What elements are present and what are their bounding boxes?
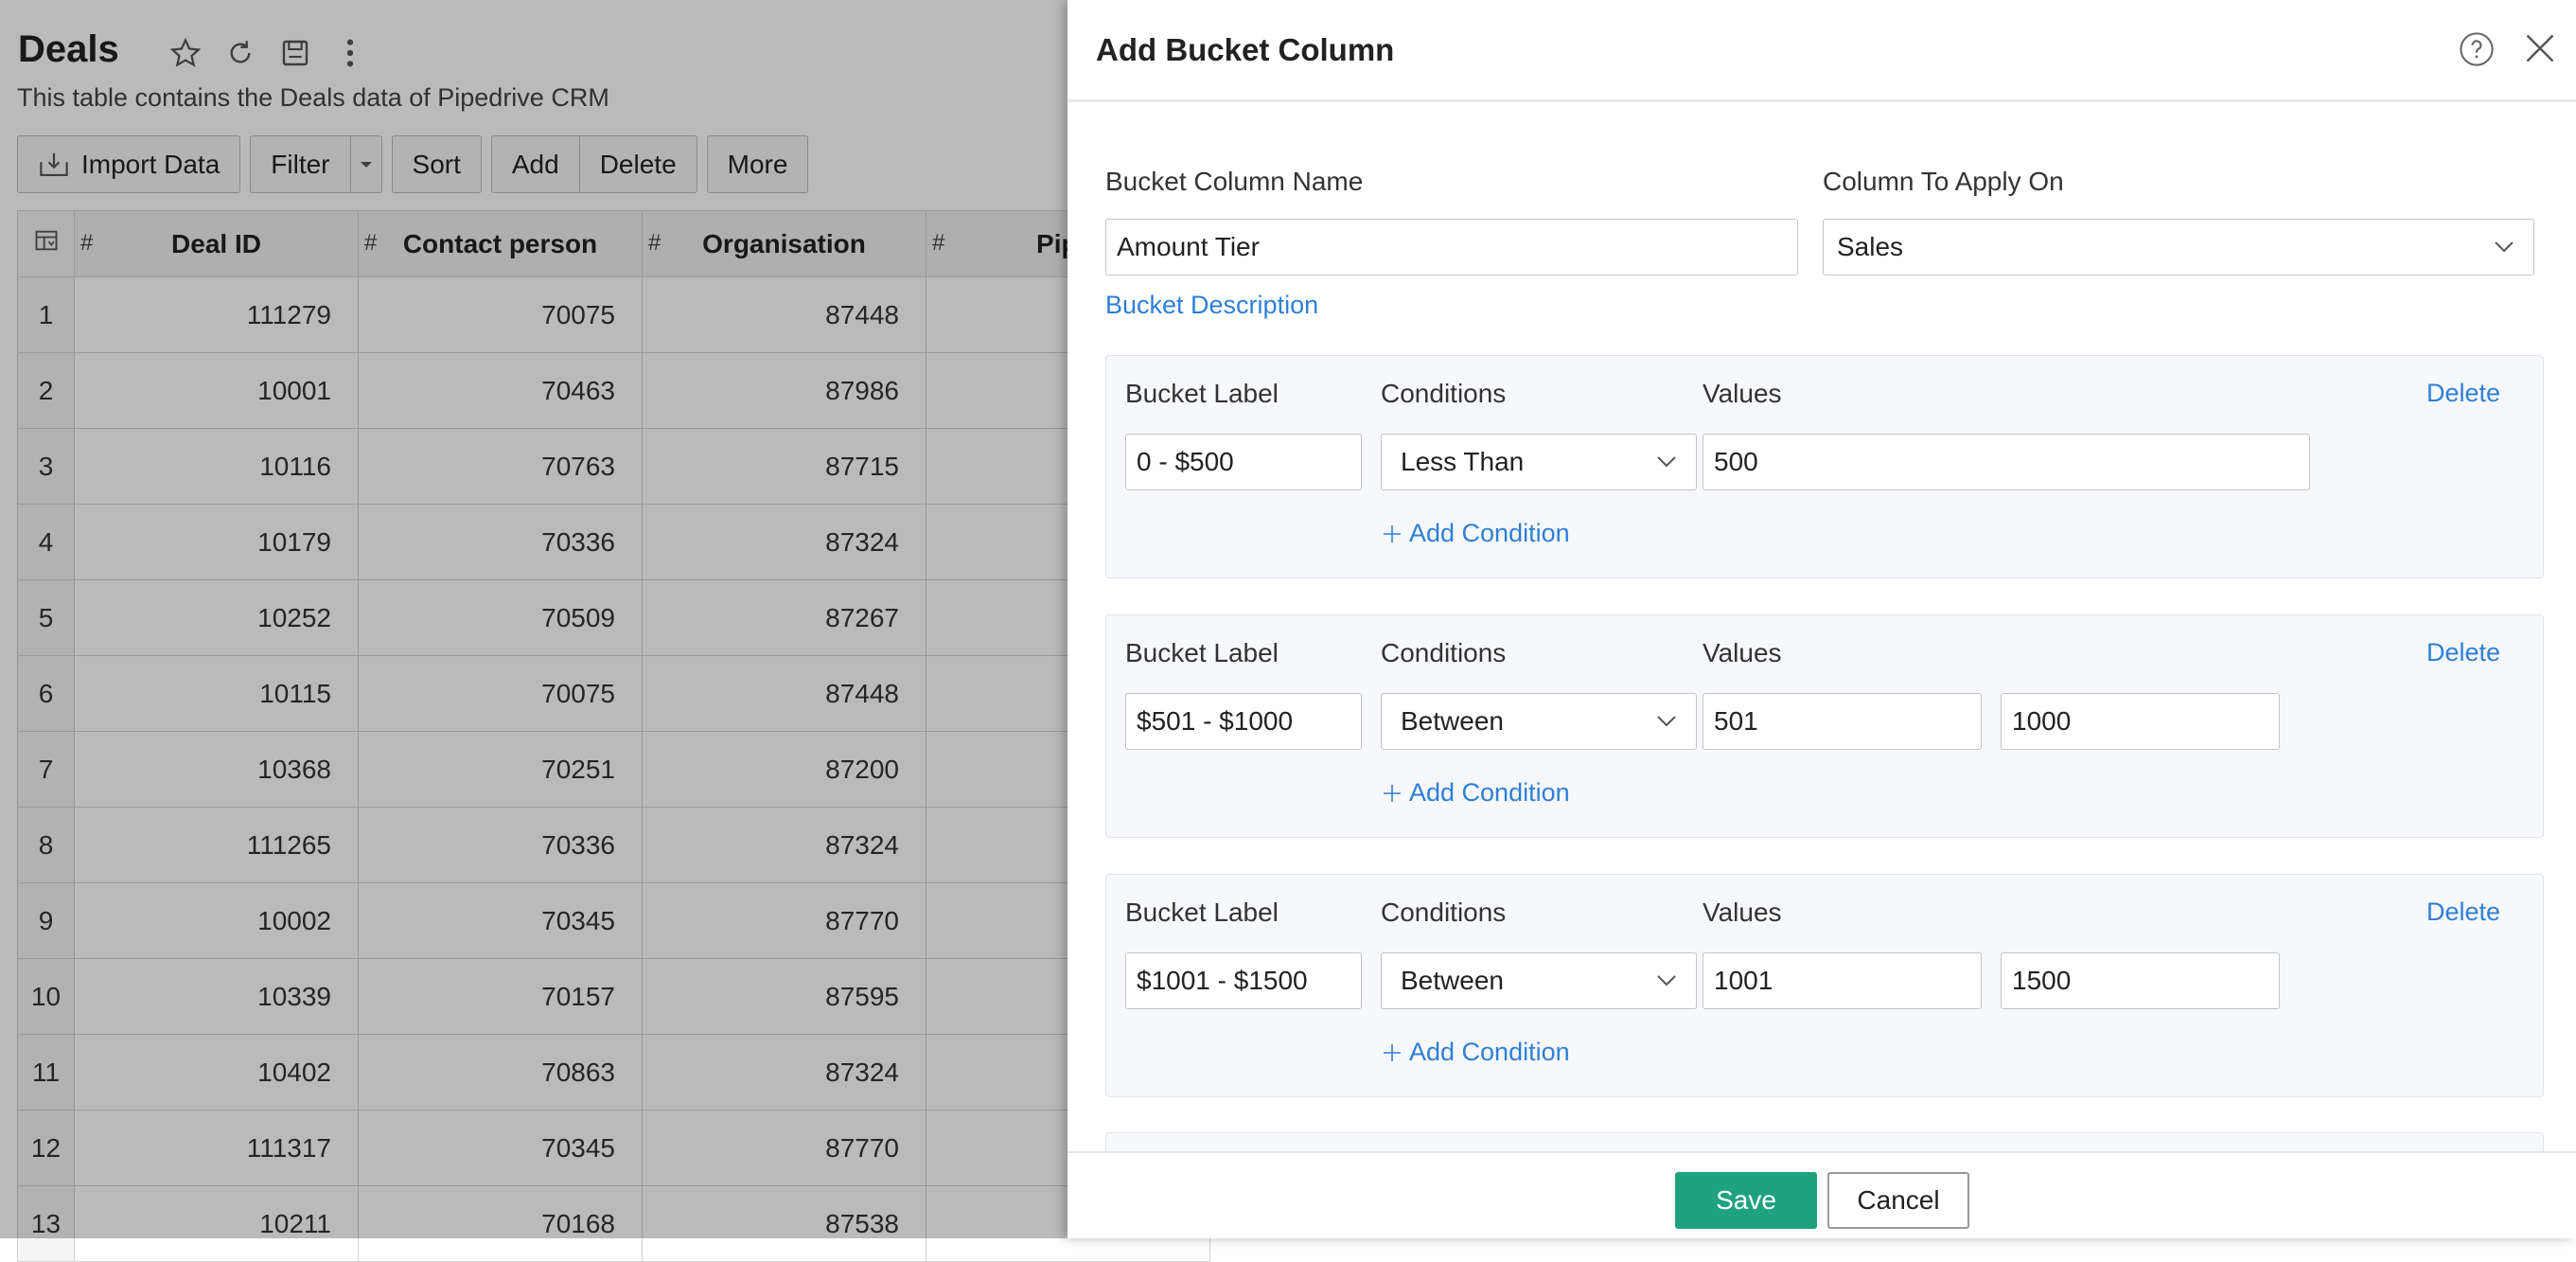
bucket-label-input[interactable]: $501 - $1000 bbox=[1125, 693, 1362, 750]
delete-bucket-link[interactable]: Delete bbox=[2426, 379, 2500, 408]
cancel-button[interactable]: Cancel bbox=[1827, 1172, 1969, 1229]
bucket-label-input[interactable]: $1001 - $1500 bbox=[1125, 952, 1362, 1009]
chevron-down-icon bbox=[2494, 240, 2514, 254]
bucket-column-name-input[interactable]: Amount Tier bbox=[1105, 219, 1798, 276]
column-to-apply-select[interactable]: Sales bbox=[1823, 219, 2534, 276]
condition-select[interactable]: Less Than bbox=[1381, 434, 1697, 490]
chevron-down-icon bbox=[1656, 715, 1677, 728]
bucket-label-heading: Bucket Label bbox=[1125, 379, 1279, 408]
delete-bucket-link[interactable]: Delete bbox=[2426, 638, 2500, 667]
column-to-apply-label: Column To Apply On bbox=[1823, 167, 2064, 196]
dialog-title: Add Bucket Column bbox=[1096, 32, 1395, 67]
conditions-heading: Conditions bbox=[1381, 898, 1507, 927]
add-condition-link[interactable]: Add Condition bbox=[1381, 778, 1570, 808]
condition-value: Less Than bbox=[1401, 447, 1525, 476]
plus-icon bbox=[1381, 782, 1403, 805]
add-condition-link[interactable]: Add Condition bbox=[1381, 519, 1570, 548]
add-condition-link[interactable]: Add Condition bbox=[1381, 1038, 1570, 1067]
condition-value: Between bbox=[1401, 706, 1504, 736]
value-to-input[interactable]: 1000 bbox=[2001, 693, 2280, 750]
dialog-header: Add Bucket Column bbox=[1067, 0, 2576, 102]
values-heading: Values bbox=[1703, 379, 1782, 408]
condition-value: Between bbox=[1401, 966, 1504, 995]
add-condition-label: Add Condition bbox=[1409, 778, 1570, 807]
add-bucket-column-dialog: Add Bucket Column Bucket Column Name Amo… bbox=[1067, 0, 2576, 1238]
bucket-card: Bucket Label Conditions Values Delete $5… bbox=[1105, 614, 2544, 838]
condition-select[interactable]: Between bbox=[1381, 952, 1697, 1009]
value-to-input[interactable]: 1500 bbox=[2001, 952, 2280, 1009]
value-from-input[interactable]: 1001 bbox=[1703, 952, 1982, 1009]
values-heading: Values bbox=[1703, 638, 1782, 667]
bucket-card: Bucket Label Conditions Values Delete $1… bbox=[1105, 874, 2544, 1097]
bucket-description-link[interactable]: Bucket Description bbox=[1105, 291, 1318, 320]
dialog-footer: Save Cancel bbox=[1067, 1151, 2576, 1238]
value-from-input[interactable]: 501 bbox=[1703, 693, 1982, 750]
add-condition-label: Add Condition bbox=[1409, 519, 1570, 547]
bucket-column-name-label: Bucket Column Name bbox=[1105, 167, 1364, 196]
add-condition-label: Add Condition bbox=[1409, 1038, 1570, 1066]
values-heading: Values bbox=[1703, 898, 1782, 927]
value-input[interactable]: 500 bbox=[1703, 434, 2310, 490]
bucket-label-input[interactable]: 0 - $500 bbox=[1125, 434, 1362, 490]
chevron-down-icon bbox=[1656, 455, 1677, 469]
chevron-down-icon bbox=[1656, 974, 1677, 987]
conditions-heading: Conditions bbox=[1381, 638, 1507, 667]
delete-bucket-link[interactable]: Delete bbox=[2426, 898, 2500, 927]
plus-icon bbox=[1381, 523, 1403, 545]
column-to-apply-value: Sales bbox=[1837, 232, 1904, 261]
bucket-label-heading: Bucket Label bbox=[1125, 898, 1279, 927]
close-icon[interactable] bbox=[2523, 31, 2557, 65]
save-button[interactable]: Save bbox=[1675, 1172, 1817, 1229]
bucket-label-heading: Bucket Label bbox=[1125, 638, 1279, 667]
condition-select[interactable]: Between bbox=[1381, 693, 1697, 750]
help-icon[interactable] bbox=[2459, 31, 2495, 67]
conditions-heading: Conditions bbox=[1381, 379, 1507, 408]
plus-icon bbox=[1381, 1041, 1403, 1064]
bucket-card: Bucket Label Conditions Values Delete 0 … bbox=[1105, 355, 2544, 578]
